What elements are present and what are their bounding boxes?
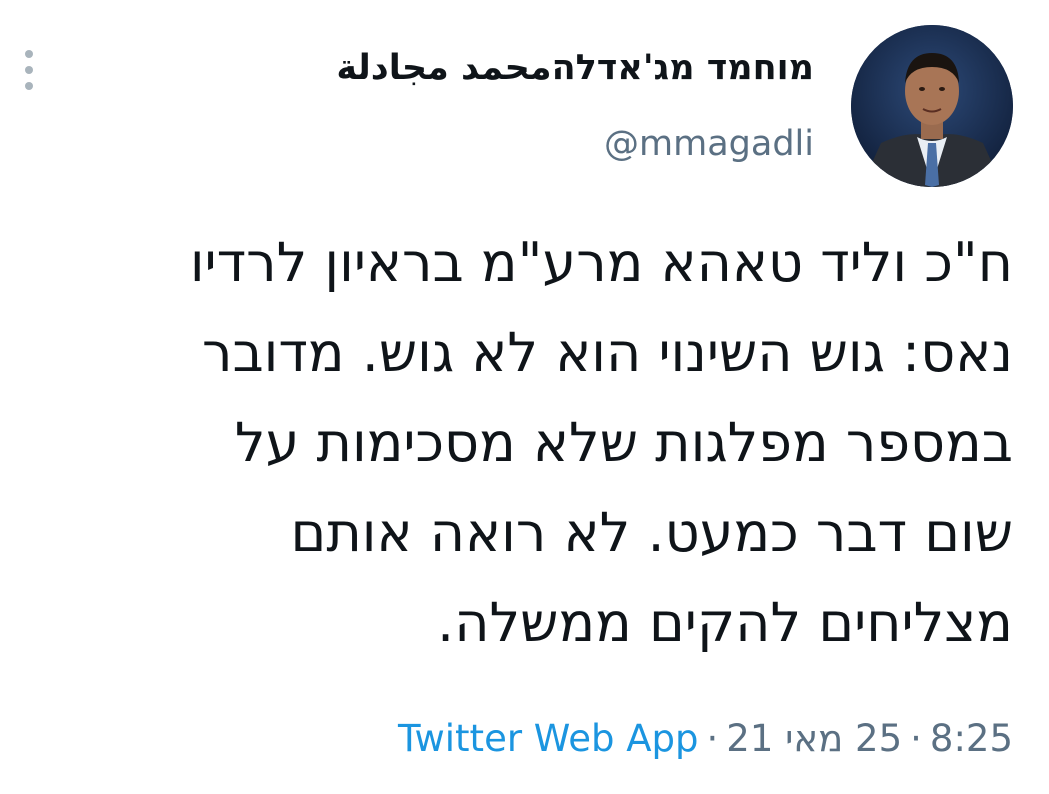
tweet-date[interactable]: 25 מאי 21: [726, 717, 902, 760]
user-names[interactable]: מוחמד מג'אדלהمحمد مجادلة: [336, 40, 814, 96]
display-name-arabic: محمد مجادلة: [336, 48, 552, 88]
tweet-text: ח"כ וליד טאהא מרע"מ בראיון לרדיו נאס: גו…: [23, 218, 1013, 668]
more-vertical-icon: [25, 50, 33, 58]
tweet-time[interactable]: 8:25: [930, 717, 1013, 760]
tweet-line: ח"כ וליד טאהא מרע"מ בראיון לרדיו: [189, 231, 1013, 294]
tweet-line: שום דבר כמעט. לא רואה אותם: [290, 501, 1013, 564]
tweet-meta: 8:25·25 מאי 21·Twitter Web App: [398, 712, 1013, 766]
tweet-source-link[interactable]: Twitter Web App: [398, 717, 698, 760]
meta-separator: ·: [706, 717, 719, 760]
tweet-line: מצליחים להקים ממשלה.: [437, 591, 1013, 654]
tweet-card: מוחמד מג'אדלהمحمد مجادلة @mmagadli ח"כ ו…: [0, 0, 1049, 794]
display-name: מוחמד מג'אדלה: [551, 48, 814, 88]
meta-separator: ·: [910, 717, 922, 760]
avatar-image: [851, 25, 1013, 187]
user-handle[interactable]: @mmagadli: [604, 116, 814, 172]
tweet-line: נאס: גוש השינוי הוא לא גוש. מדובר: [201, 321, 1013, 384]
avatar[interactable]: [851, 25, 1013, 187]
more-options-button[interactable]: [20, 50, 38, 90]
tweet-line: במספר מפלגות שלא מסכימות על: [234, 411, 1013, 474]
